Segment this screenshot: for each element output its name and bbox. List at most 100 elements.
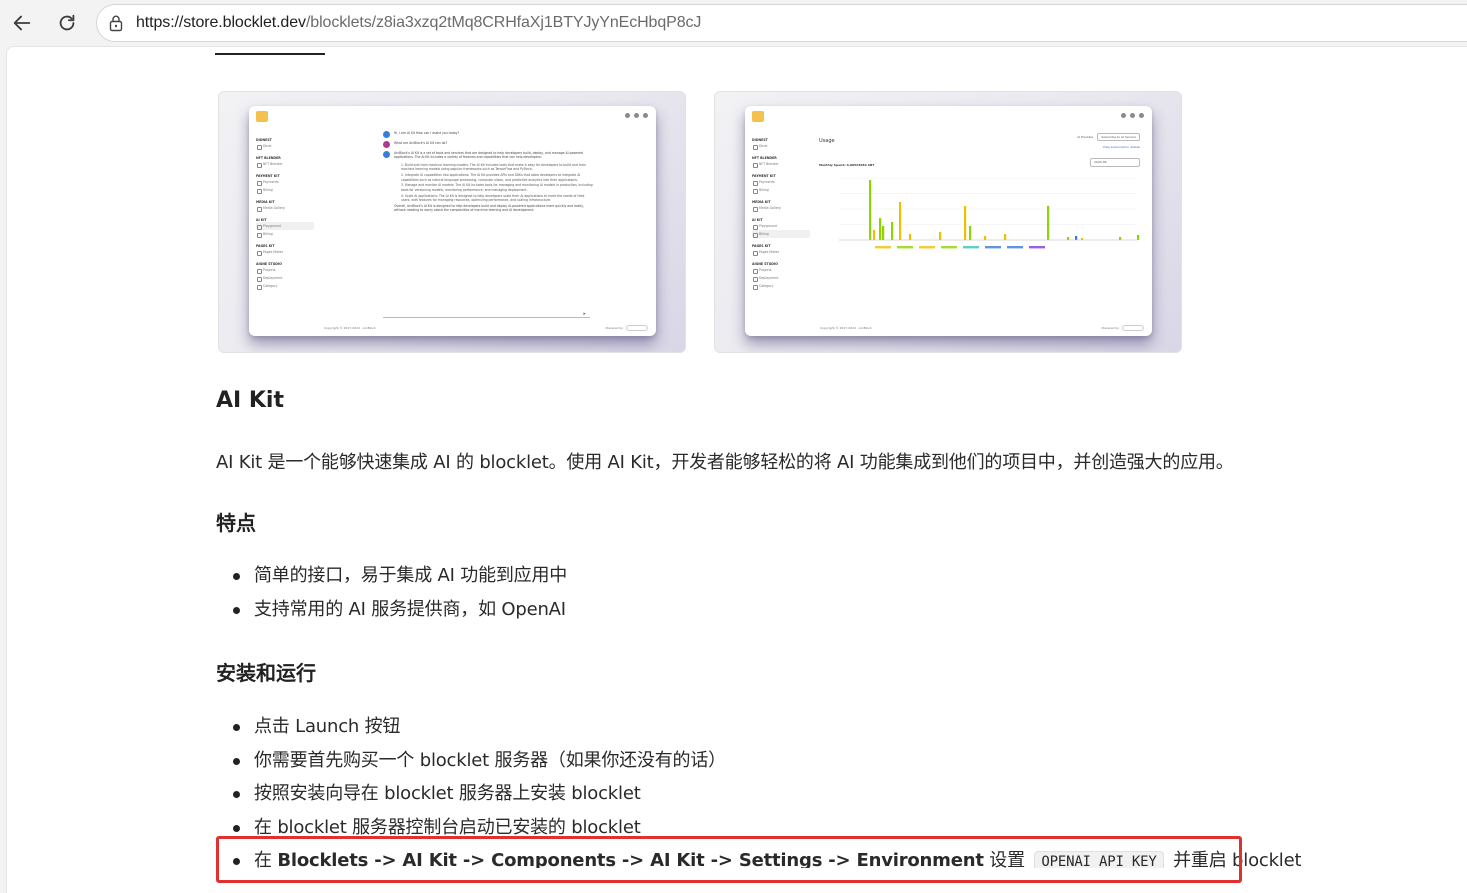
reload-button[interactable]	[51, 7, 83, 39]
usage-window: DIDNEST Dinet NFT BLENDER NFT Blender PAYMEN…	[745, 106, 1152, 336]
list-item-env-setup: 在 Blocklets -> AI Kit -> Components -> A…	[231, 844, 1302, 869]
send-icon: ➤	[582, 311, 586, 316]
chat-message: Hi, I am AI Kit How can I assist you tod…	[383, 131, 593, 138]
address-bar[interactable]: https://store.blocklet.dev/blocklets/z8i…	[96, 4, 1467, 42]
sidebar-item: NFT Blender	[256, 160, 314, 168]
monthly-spend: Monthly Spend: 0.00523040 ABT	[819, 163, 875, 167]
chart-bar	[1119, 237, 1122, 240]
chat-text: ArcBlock's AI Kit is a set of tools and …	[394, 151, 583, 160]
sidebar-item: Payments	[256, 178, 314, 186]
chat-list-item: 3. Manage and monitor AI models: The AI …	[401, 183, 593, 192]
step-prefix: 在	[254, 850, 278, 869]
chart-bar	[1067, 237, 1070, 240]
month-picker-value: 2024-06	[1094, 160, 1107, 164]
powered-by-logo	[1122, 325, 1144, 331]
chart-bar	[1075, 236, 1078, 240]
chart-bar	[964, 206, 967, 240]
url-text[interactable]: https://store.blocklet.dev/blocklets/z8i…	[136, 14, 701, 32]
back-arrow-icon	[13, 15, 31, 31]
sidebar-item: NFT Blender	[752, 160, 810, 168]
page-viewport: DIDNEST Dinet NFT BLENDER NFT Blender PAYMEN…	[6, 46, 1467, 893]
provider-label: AI Provider	[1077, 135, 1094, 139]
step-middle: 设置	[983, 850, 1031, 869]
assistant-avatar	[383, 131, 390, 138]
chart-bar	[899, 202, 902, 240]
sidebar-item: Media Gallery	[256, 204, 314, 212]
step-suffix: 并重启 blocklet	[1167, 850, 1302, 869]
legend-swatch	[963, 246, 979, 249]
mini-powered-by: Powered by	[1102, 325, 1144, 331]
sidebar-item: Playground	[752, 222, 810, 230]
assistant-avatar	[383, 151, 390, 158]
screenshot-playground[interactable]: DIDNEST Dinet NFT BLENDER NFT Blender PAYMEN…	[218, 91, 686, 353]
sidebar-item: Dinet	[752, 142, 810, 150]
chat-message: ArcBlock's AI Kit is a set of tools and …	[383, 151, 593, 160]
chat-input: ➤	[383, 309, 590, 318]
chat-text: Hi, I am AI Kit How can I assist you tod…	[394, 131, 460, 135]
chart-bar	[879, 218, 882, 240]
list-item: 点击 Launch 按钮	[231, 710, 1301, 744]
powered-by-text: Powered by	[605, 326, 623, 330]
legend-swatch	[985, 246, 1001, 249]
chart-bar	[909, 234, 912, 240]
user-avatar	[383, 141, 390, 148]
sidebar-item: Billing	[752, 186, 810, 194]
usage-controls: AI Provider Subscribe to AI Service	[1077, 133, 1140, 141]
sidebar-item: Category	[752, 282, 810, 290]
chart-bar	[969, 226, 972, 240]
sidebar-item: Playground	[256, 222, 314, 230]
legend-swatch	[897, 246, 913, 249]
sidebar-item: Projects	[256, 266, 314, 274]
chat-list-item: 2. Integrate AI capabilities into applic…	[401, 173, 581, 182]
legend-swatch	[941, 246, 957, 249]
chat-thread: Hi, I am AI Kit How can I assist you tod…	[383, 131, 593, 213]
app-logo	[752, 111, 764, 122]
chart-bar	[891, 222, 894, 240]
legend-swatch	[1029, 246, 1045, 249]
chart-bar	[984, 236, 987, 240]
app-logo	[256, 111, 268, 122]
legend-swatch	[919, 246, 935, 249]
install-steps-list: 点击 Launch 按钮 你需要首先购买一个 blocklet 服务器（如果你还…	[231, 710, 1302, 869]
header-icons	[625, 113, 648, 118]
sidebar-item: Deployment	[752, 274, 810, 282]
chat-closing: Overall, ArcBlock's AI Kit is designed t…	[394, 204, 585, 213]
install-heading: 安装和运行	[216, 661, 316, 685]
browser-toolbar: https://store.blocklet.dev/blocklets/z8i…	[0, 0, 1467, 46]
features-list: 简单的接口，易于集成 AI 功能到应用中 支持常用的 AI 服务提供商，如 Op…	[231, 559, 567, 626]
list-item: 简单的接口，易于集成 AI 功能到应用中	[231, 559, 567, 593]
chat-text: What are ArcBlock's AI Kit can do?	[394, 141, 448, 145]
sidebar-item: Billing	[256, 186, 314, 194]
section-title: AI Kit	[216, 388, 284, 413]
subscription-link: View subscription details	[1102, 145, 1140, 149]
sidebar-item: Deployment	[256, 274, 314, 282]
intro-paragraph: AI Kit 是一个能够快速集成 AI 的 blocklet。使用 AI Kit…	[216, 452, 1234, 473]
features-heading: 特点	[216, 511, 256, 535]
env-var-code: OPENAI_API_KEY	[1034, 851, 1164, 869]
lock-icon[interactable]	[108, 14, 124, 32]
legend-swatch	[875, 246, 891, 249]
playground-window: DIDNEST Dinet NFT BLENDER NFT Blender PAYMEN…	[249, 106, 656, 336]
sidebar-item: Payments	[752, 178, 810, 186]
sidebar-item: Billing	[752, 230, 810, 238]
chat-list-item: 1. Build and train machine learning mode…	[401, 162, 586, 172]
provider-select: Subscribe to AI Service	[1097, 133, 1140, 141]
reload-icon	[59, 14, 75, 31]
sidebar-item: Media Gallery	[752, 204, 810, 212]
list-item: 按照安装向导在 blocklet 服务器上安装 blocklet	[231, 777, 1301, 811]
mini-powered-by: Powered by	[606, 325, 648, 331]
legend-swatch	[1007, 246, 1023, 249]
back-button[interactable]	[6, 7, 38, 39]
chart-bar	[882, 226, 885, 240]
sidebar-item: Category	[256, 282, 314, 290]
chart-bar	[1081, 238, 1084, 240]
mini-footer: Copyright © 2017-2024 · ArcBlock	[324, 326, 376, 330]
chart-bar	[1004, 234, 1007, 240]
chat-message: What are ArcBlock's AI Kit can do?	[383, 141, 593, 148]
screenshot-usage[interactable]: DIDNEST Dinet NFT BLENDER NFT Blender PAYMEN…	[714, 91, 1182, 353]
usage-title: Usage	[819, 138, 835, 144]
mini-sidebar: DIDNEST Dinet NFT BLENDER NFT Blender PAYMEN…	[752, 132, 810, 290]
sidebar-item: Pages Maker	[256, 248, 314, 256]
month-picker: 2024-06	[1090, 158, 1140, 167]
chart-bar	[939, 232, 942, 240]
